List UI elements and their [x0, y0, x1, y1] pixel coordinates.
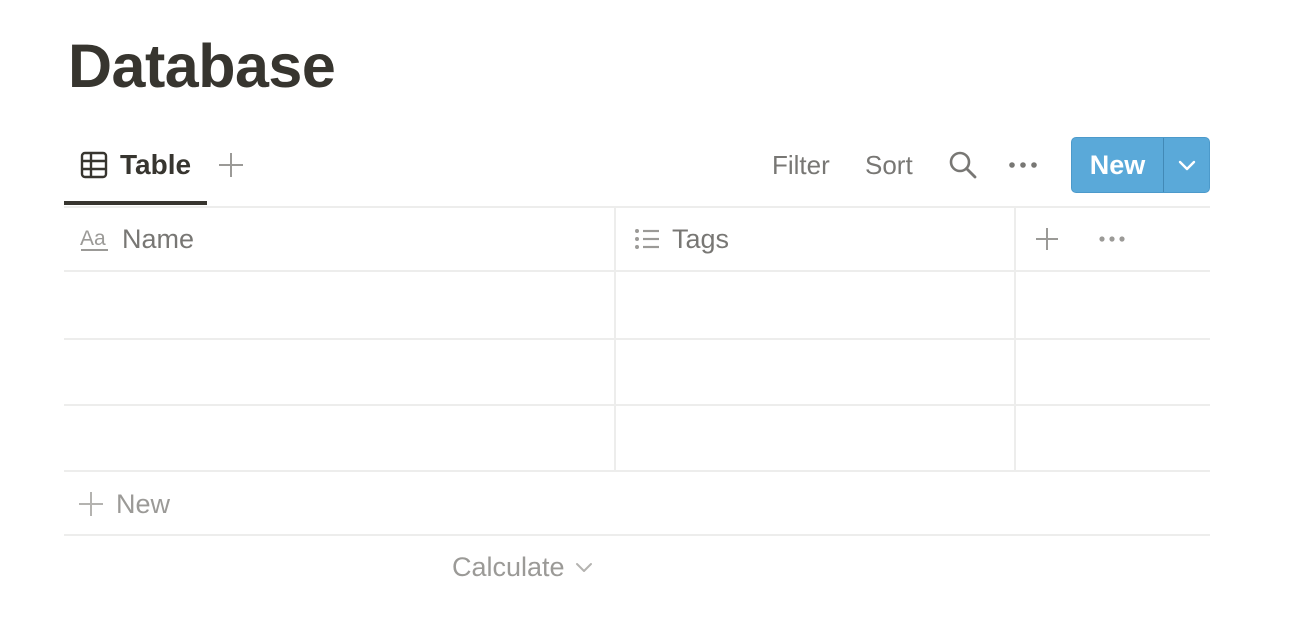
tab-label: Table: [120, 149, 192, 180]
view-bar: Table Filter Sort New: [64, 126, 1210, 206]
chevron-down-icon: [1178, 160, 1195, 171]
calculate-button[interactable]: Calculate: [452, 549, 595, 585]
new-button-dropdown[interactable]: [1164, 138, 1209, 192]
table-row[interactable]: [64, 340, 1210, 406]
column-header-label: Name: [122, 223, 195, 254]
plus-icon: [79, 492, 103, 516]
new-button: New: [1071, 137, 1210, 193]
page: Database Table Filter Sort New Aa Name T…: [0, 0, 1302, 642]
list-property-icon: [635, 229, 659, 249]
text-property-icon: Aa: [80, 227, 108, 251]
new-button-main[interactable]: New: [1072, 138, 1164, 192]
column-header-name[interactable]: Aa Name: [80, 206, 194, 272]
active-tab-indicator: [64, 201, 207, 205]
plus-icon[interactable]: [216, 150, 246, 180]
more-icon[interactable]: [1008, 153, 1038, 177]
column-header-tags[interactable]: Tags: [634, 206, 729, 272]
footer-divider: [64, 534, 1210, 536]
sort-button[interactable]: Sort: [865, 148, 913, 182]
page-title[interactable]: Database: [68, 28, 336, 104]
more-icon[interactable]: [1098, 228, 1126, 250]
filter-button[interactable]: Filter: [772, 148, 830, 182]
table-row[interactable]: [64, 272, 1210, 338]
add-row-button[interactable]: New: [78, 486, 170, 522]
column-header-label: Tags: [672, 223, 730, 254]
search-icon[interactable]: [948, 150, 978, 180]
plus-icon[interactable]: [1034, 226, 1060, 252]
add-row-label: New: [116, 488, 171, 519]
table-icon: [80, 151, 108, 179]
table-row[interactable]: [64, 406, 1210, 472]
tab-table[interactable]: Table: [64, 126, 207, 206]
calculate-label: Calculate: [452, 551, 565, 582]
chevron-down-icon: [575, 563, 592, 572]
svg-text:Aa: Aa: [80, 227, 106, 250]
